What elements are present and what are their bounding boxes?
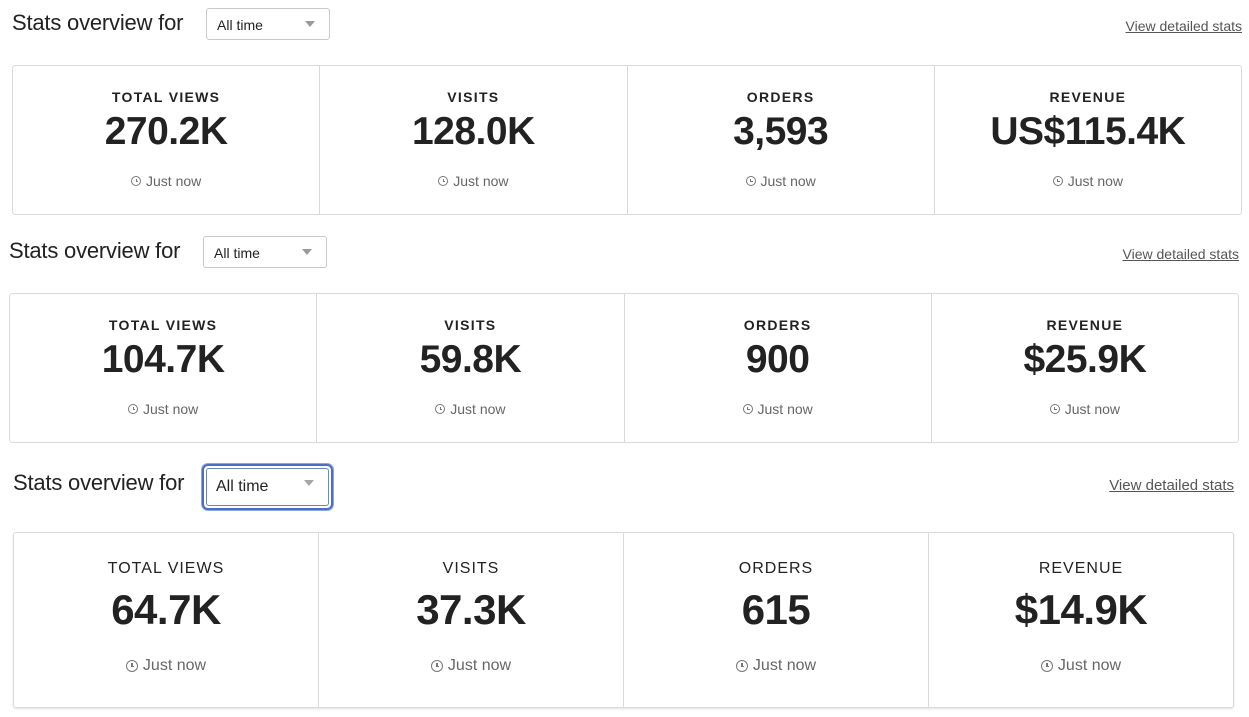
- stat-card-total-views: TOTAL VIEWS 64.7K Just now: [14, 533, 319, 707]
- clock-icon: [1040, 660, 1053, 672]
- stat-value: US$115.4K: [990, 110, 1186, 153]
- stat-timestamp: Just now: [628, 173, 934, 189]
- stat-value: 59.8K: [419, 338, 522, 381]
- stats-overview-section-1: Stats overview for All time View detaile…: [12, 8, 1242, 215]
- stat-label: VISITS: [447, 89, 500, 105]
- stat-value: 615: [741, 586, 811, 633]
- stats-overview-section-2: Stats overview for All time View detaile…: [9, 236, 1239, 443]
- clock-icon: [128, 404, 138, 414]
- view-detailed-stats-link[interactable]: View detailed stats: [1123, 246, 1239, 262]
- period-select-value: All time: [216, 478, 269, 495]
- view-detailed-stats-link[interactable]: View detailed stats: [1126, 18, 1242, 34]
- stats-grid: TOTAL VIEWS 270.2K Just now VISITS 128.0…: [12, 65, 1242, 215]
- stat-value: 270.2K: [104, 110, 228, 153]
- stat-timestamp: Just now: [14, 657, 318, 675]
- stat-timestamp: Just now: [319, 657, 623, 675]
- timestamp-text: Just now: [1064, 401, 1120, 417]
- clock-icon: [125, 660, 138, 672]
- clock-icon: [735, 660, 748, 672]
- stats-grid: TOTAL VIEWS 104.7K Just now VISITS 59.8K…: [9, 293, 1239, 443]
- timestamp-text: Just now: [757, 401, 813, 417]
- chevron-down-icon: [302, 249, 312, 255]
- section-title: Stats overview for: [13, 470, 185, 495]
- stat-timestamp: Just now: [929, 657, 1233, 675]
- clock-icon: [430, 660, 443, 672]
- stat-timestamp: Just now: [13, 173, 319, 189]
- stat-label: REVENUE: [1038, 560, 1124, 577]
- stat-value: 3,593: [733, 110, 829, 153]
- view-detailed-stats-link[interactable]: View detailed stats: [1109, 477, 1234, 494]
- section-header: Stats overview for All time View detaile…: [13, 463, 1234, 510]
- clock-icon: [745, 176, 756, 186]
- clock-icon: [742, 404, 753, 414]
- timestamp-text: Just now: [453, 173, 509, 189]
- stat-timestamp: Just now: [317, 401, 623, 417]
- stat-card-visits: VISITS 37.3K Just now: [319, 533, 624, 707]
- section-title: Stats overview for: [12, 10, 184, 35]
- stat-label: TOTAL VIEWS: [108, 317, 218, 333]
- stat-card-total-views: TOTAL VIEWS 270.2K Just now: [13, 66, 321, 214]
- timestamp-text: Just now: [1067, 173, 1123, 189]
- clock-icon: [435, 404, 446, 414]
- timestamp-text: Just now: [450, 401, 506, 417]
- stat-card-visits: VISITS 128.0K Just now: [320, 66, 628, 214]
- stat-card-orders: ORDERS 3,593 Just now: [628, 66, 935, 214]
- stats-overview-section-3: Stats overview for All time View detaile…: [13, 463, 1234, 708]
- section-title: Stats overview for: [9, 238, 181, 263]
- timestamp-text: Just now: [447, 657, 512, 674]
- timestamp-text: Just now: [146, 173, 202, 189]
- timestamp-text: Just now: [142, 657, 207, 674]
- timestamp-text: Just now: [143, 401, 199, 417]
- chevron-down-icon: [304, 480, 314, 486]
- stat-label: ORDERS: [738, 560, 814, 577]
- stat-label: ORDERS: [746, 89, 815, 105]
- stat-card-revenue: REVENUE $25.9K Just now: [932, 294, 1238, 442]
- period-select-value: All time: [214, 245, 260, 261]
- stat-card-visits: VISITS 59.8K Just now: [317, 294, 625, 442]
- stat-timestamp: Just now: [10, 401, 316, 417]
- stat-label: TOTAL VIEWS: [111, 89, 221, 105]
- section-header: Stats overview for All time View detaile…: [12, 8, 1242, 44]
- stat-card-revenue: REVENUE US$115.4K Just now: [935, 66, 1241, 214]
- stat-value: 64.7K: [111, 586, 221, 633]
- timestamp-text: Just now: [760, 173, 816, 189]
- stat-card-total-views: TOTAL VIEWS 104.7K Just now: [10, 294, 318, 442]
- stat-label: VISITS: [442, 560, 500, 577]
- stat-card-revenue: REVENUE $14.9K Just now: [929, 533, 1233, 707]
- period-select-value: All time: [217, 17, 263, 33]
- stat-timestamp: Just now: [624, 657, 928, 675]
- stat-timestamp: Just now: [320, 173, 626, 189]
- stat-value: 900: [745, 338, 810, 381]
- clock-icon: [1052, 176, 1063, 186]
- stat-card-orders: ORDERS 900 Just now: [625, 294, 932, 442]
- section-header: Stats overview for All time View detaile…: [9, 236, 1239, 272]
- stat-timestamp: Just now: [932, 401, 1238, 417]
- stat-value: 37.3K: [416, 586, 526, 633]
- period-select[interactable]: All time: [206, 8, 330, 40]
- clock-icon: [438, 176, 449, 186]
- stat-label: VISITS: [444, 317, 497, 333]
- stat-label: REVENUE: [1046, 317, 1124, 333]
- stat-timestamp: Just now: [625, 401, 931, 417]
- period-select[interactable]: All time: [202, 464, 333, 510]
- stat-label: ORDERS: [743, 317, 812, 333]
- stat-value: $25.9K: [1023, 338, 1147, 381]
- stat-card-orders: ORDERS 615 Just now: [624, 533, 929, 707]
- stats-grid: TOTAL VIEWS 64.7K Just now VISITS 37.3K …: [13, 532, 1234, 708]
- stat-timestamp: Just now: [935, 173, 1241, 189]
- stat-value: $14.9K: [1014, 586, 1148, 633]
- clock-icon: [131, 176, 141, 186]
- chevron-down-icon: [305, 21, 315, 27]
- clock-icon: [1049, 404, 1060, 414]
- timestamp-text: Just now: [1057, 657, 1122, 674]
- period-select[interactable]: All time: [203, 236, 327, 268]
- timestamp-text: Just now: [752, 657, 817, 674]
- stat-label: TOTAL VIEWS: [107, 560, 225, 577]
- stat-label: REVENUE: [1049, 89, 1127, 105]
- stat-value: 128.0K: [411, 110, 535, 153]
- stat-value: 104.7K: [101, 338, 225, 381]
